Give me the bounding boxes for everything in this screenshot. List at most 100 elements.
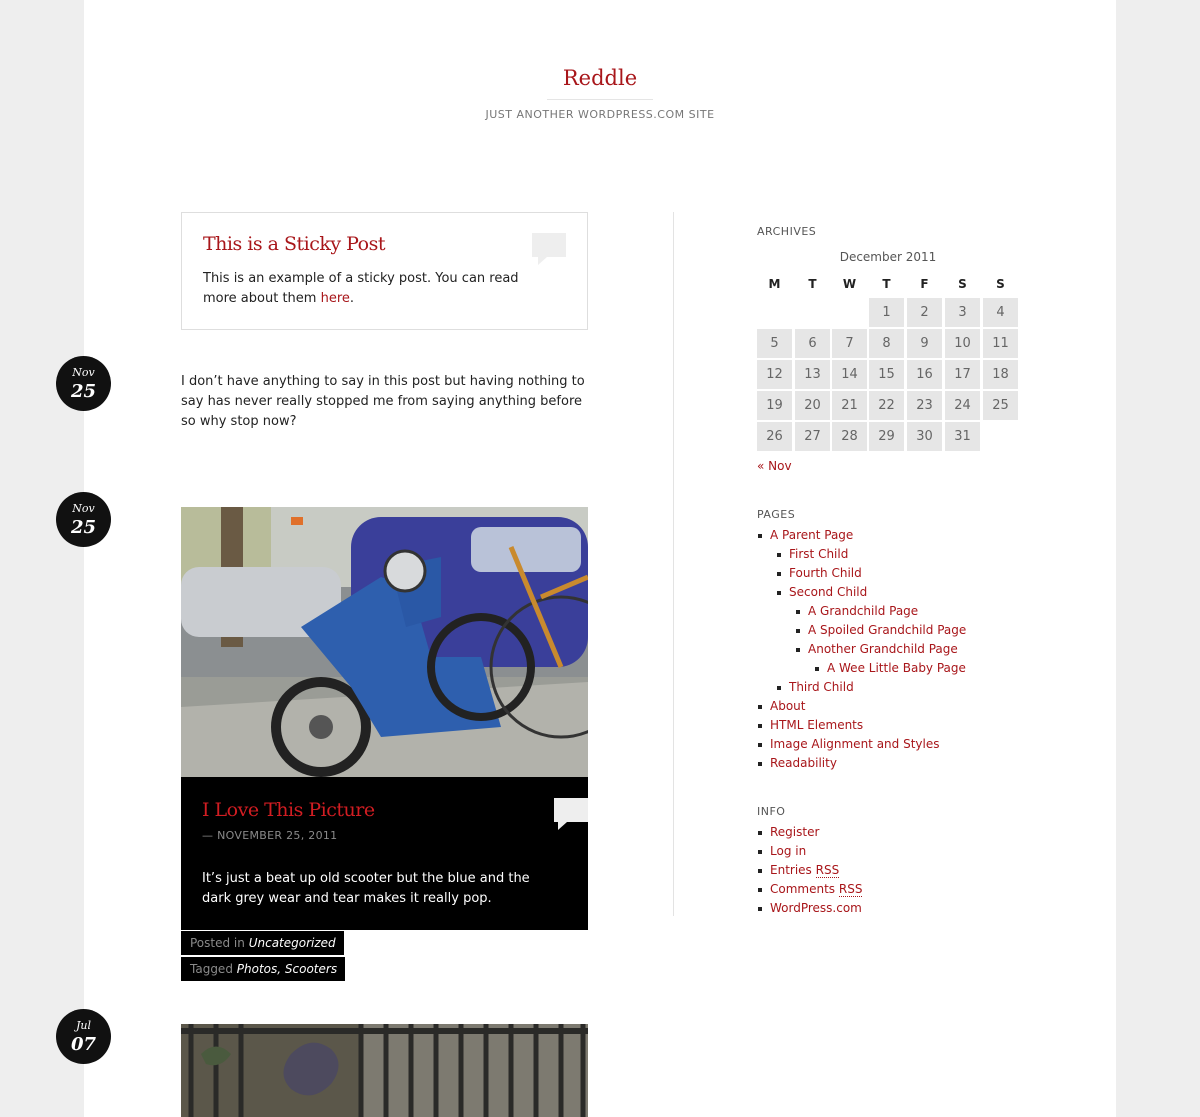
list-item: A Grandchild Page <box>757 602 966 621</box>
calendar-weekday: S <box>958 277 967 291</box>
tag-link-photos[interactable]: Photos <box>237 962 277 976</box>
calendar-day: 14 <box>832 360 867 389</box>
calendar-day: 7 <box>832 329 867 358</box>
sticky-post: This is a Sticky Post This is an example… <box>181 212 588 330</box>
calendar-day: 2 <box>907 298 942 327</box>
page-link[interactable]: A Wee Little Baby Page <box>827 661 966 675</box>
sticky-post-title[interactable]: This is a Sticky Post <box>203 233 386 255</box>
scooter-photo[interactable] <box>181 507 588 777</box>
page-link[interactable]: HTML Elements <box>770 718 863 732</box>
calendar-day: 23 <box>907 391 942 420</box>
gate-photo[interactable] <box>181 1024 588 1117</box>
list-item: Log in <box>757 842 862 861</box>
page-link[interactable]: Image Alignment and Styles <box>770 737 939 751</box>
page-link[interactable]: Readability <box>770 756 837 770</box>
calendar-weekday: T <box>882 277 891 291</box>
calendar-day: 24 <box>945 391 980 420</box>
page-link[interactable]: About <box>770 699 805 713</box>
page-link[interactable]: A Parent Page <box>770 528 853 542</box>
calendar-day: 19 <box>757 391 792 420</box>
entries-rss-link[interactable]: Entries RSS <box>770 863 840 878</box>
list-item: First Child <box>757 545 966 564</box>
page-link[interactable]: A Spoiled Grandchild Page <box>808 623 966 637</box>
list-item: Readability <box>757 754 966 773</box>
site-title[interactable]: Reddle <box>84 66 1116 90</box>
category-link[interactable]: Uncategorized <box>249 936 336 950</box>
image-post-title[interactable]: I Love This Picture <box>202 799 375 821</box>
tag-link-scooters[interactable]: Scooters <box>285 962 337 976</box>
entries-rss-label: Entries <box>770 863 816 877</box>
comment-bubble-icon[interactable] <box>532 233 566 265</box>
posted-in-label: Posted in <box>190 936 245 950</box>
page-link[interactable]: Another Grandchild Page <box>808 642 958 656</box>
page-link[interactable]: Fourth Child <box>789 566 862 580</box>
post-date-badge[interactable]: Nov 25 <box>56 356 111 411</box>
list-item: Fourth Child <box>757 564 966 583</box>
list-item: Comments RSS <box>757 880 863 899</box>
pages-widget-title: PAGES <box>757 508 796 521</box>
date-day: 07 <box>70 1034 97 1055</box>
calendar-day: 25 <box>983 391 1018 420</box>
list-item: Third Child <box>757 678 966 697</box>
pages-list: A Parent Page First Child Fourth Child Seco… <box>757 526 966 773</box>
date-month: Nov <box>72 366 95 379</box>
calendar-caption: December 2011 <box>839 250 937 264</box>
calendar-day: 11 <box>983 329 1018 358</box>
page-link[interactable]: Second Child <box>789 585 867 599</box>
tagged-label: Tagged <box>190 962 233 976</box>
calendar-day: 26 <box>757 422 792 451</box>
calendar-weekday: W <box>842 277 857 291</box>
image-post-date[interactable]: — NOVEMBER 25, 2011 <box>202 829 337 842</box>
calendar-day: 30 <box>907 422 942 451</box>
calendar-day: 3 <box>945 298 980 327</box>
image-post-text: It’s just a beat up old scooter but the … <box>202 871 530 906</box>
calendar-day: 1 <box>869 298 904 327</box>
date-month: Nov <box>72 502 95 515</box>
register-link[interactable]: Register <box>770 825 819 839</box>
calendar-day: 21 <box>832 391 867 420</box>
page-link[interactable]: First Child <box>789 547 848 561</box>
list-item: Another Grandchild Page <box>757 640 966 659</box>
calendar-weekday: S <box>996 277 1005 291</box>
list-item: Image Alignment and Styles <box>757 735 966 754</box>
list-item: Register <box>757 823 862 842</box>
title-divider <box>547 99 653 100</box>
calendar-prev-link[interactable]: « Nov <box>757 459 792 473</box>
list-item: About <box>757 697 966 716</box>
list-item: Entries RSS <box>757 861 862 880</box>
info-widget-title: INFO <box>757 805 786 818</box>
rss-abbr: RSS <box>815 863 840 878</box>
comments-rss-link[interactable]: Comments RSS <box>770 882 863 897</box>
list-item: A Parent Page <box>757 526 966 545</box>
calendar-day: 8 <box>869 329 904 358</box>
calendar-day: 13 <box>795 360 830 389</box>
date-day: 25 <box>70 381 97 402</box>
list-item: A Spoiled Grandchild Page <box>757 621 966 640</box>
tag-separator: , <box>277 962 282 976</box>
calendar-day: 16 <box>907 360 942 389</box>
image-post-card: I Love This Picture — NOVEMBER 25, 2011 … <box>181 777 588 930</box>
archives-widget-title: ARCHIVES <box>757 225 817 238</box>
comment-bubble-icon[interactable] <box>554 798 588 830</box>
post-date-badge[interactable]: Jul 07 <box>56 1009 111 1064</box>
calendar-weekday: M <box>768 277 781 291</box>
sticky-text-body: This is an example of a sticky post. You… <box>203 271 519 306</box>
page-link[interactable]: Third Child <box>789 680 854 694</box>
login-link[interactable]: Log in <box>770 844 806 858</box>
calendar-day: 9 <box>907 329 942 358</box>
comments-rss-label: Comments <box>770 882 839 896</box>
calendar-day: 15 <box>869 360 904 389</box>
calendar-day: 22 <box>869 391 904 420</box>
site-description: JUST ANOTHER WORDPRESS.COM SITE <box>485 108 715 121</box>
calendar-day: 27 <box>795 422 830 451</box>
page-link[interactable]: A Grandchild Page <box>808 604 918 618</box>
calendar-day: 4 <box>983 298 1018 327</box>
page: Reddle JUST ANOTHER WORDPRESS.COM SITE T… <box>56 0 1116 1117</box>
calendar-day: 31 <box>945 422 980 451</box>
sticky-here-link[interactable]: here <box>321 291 350 306</box>
calendar-weekday: T <box>808 277 817 291</box>
list-item: WordPress.com <box>757 899 862 918</box>
posted-in-meta: Posted in Uncategorized <box>181 931 344 955</box>
wordpress-link[interactable]: WordPress.com <box>770 901 862 915</box>
post-date-badge[interactable]: Nov 25 <box>56 492 111 547</box>
